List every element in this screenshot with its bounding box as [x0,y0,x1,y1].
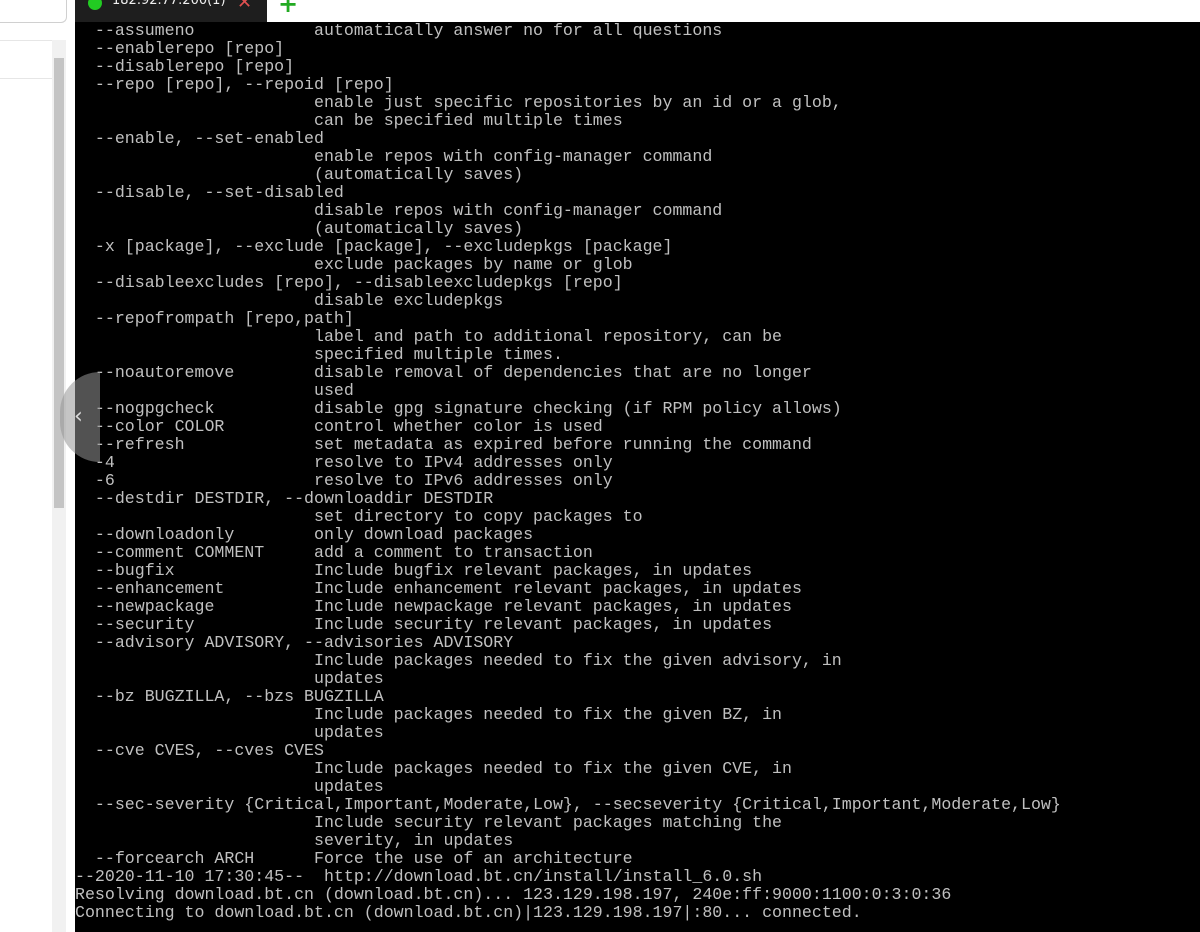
terminal-line: Include packages needed to fix the given… [75,651,842,670]
terminal-line: --enhancement Include enhancement releva… [75,579,802,598]
left-panel-scrollbar-thumb[interactable] [54,58,64,508]
terminal-line: -6 resolve to IPv6 addresses only [75,471,613,490]
terminal-line: --bugfix Include bugfix relevant package… [75,561,753,580]
terminal-line: --cve CVES, --cves CVES [75,741,324,760]
terminal-line: Include packages needed to fix the given… [75,759,792,778]
terminal-line: --enable, --set-enabled [75,129,324,148]
terminal-line: disable excludepkgs [75,291,504,310]
terminal-line: --assumeno automatically answer no for a… [75,22,723,40]
session-tab[interactable]: 182.92.77.200(1) ✕ [75,0,267,22]
terminal-line: --downloadonly only download packages [75,525,534,544]
terminal-line: -4 resolve to IPv4 addresses only [75,453,613,472]
terminal-line: severity, in updates [75,831,514,850]
terminal-line: enable just specific repositories by an … [75,93,842,112]
terminal-line: enable repos with config-manager command [75,147,713,166]
terminal-line: --nogpgcheck disable gpg signature check… [75,399,842,418]
terminal-line: Include packages needed to fix the given… [75,705,783,724]
terminal-line: (automatically saves) [75,219,524,238]
terminal-line: --color COLOR control whether color is u… [75,417,603,436]
terminal-line: --forcearch ARCH Force the use of an arc… [75,849,633,868]
terminal-line: --advisory ADVISORY, --advisories ADVISO… [75,633,514,652]
terminal-line: (automatically saves) [75,165,524,184]
terminal-line: set directory to copy packages to [75,507,643,526]
left-panel-divider-2 [0,78,52,79]
terminal-line: disable repos with config-manager comman… [75,201,723,220]
chevron-left-icon: ‹ [74,404,83,429]
terminal-output[interactable]: --assumeno automatically answer no for a… [75,22,1200,932]
connection-status-icon [88,0,102,10]
left-panel-divider [0,40,52,41]
terminal-line: --sec-severity {Critical,Important,Moder… [75,795,1061,814]
terminal-line: --disablerepo [repo] [75,57,295,76]
terminal-line: --repo [repo], --repoid [repo] [75,75,394,94]
terminal-line: --bz BUGZILLA, --bzs BUGZILLA [75,687,384,706]
terminal-line: --refresh set metadata as expired before… [75,435,812,454]
terminal-line: updates [75,723,384,742]
terminal-line: --repofrompath [repo,path] [75,309,354,328]
terminal-line: --comment COMMENT add a comment to trans… [75,543,593,562]
terminal-line: --disableexcludes [repo], --disableexclu… [75,273,623,292]
terminal-line: exclude packages by name or glob [75,255,633,274]
terminal-line: Include security relevant packages match… [75,813,783,832]
terminal-line: --disable, --set-disabled [75,183,344,202]
terminal-line: -x [package], --exclude [package], --exc… [75,237,673,256]
terminal-line: --newpackage Include newpackage relevant… [75,597,792,616]
terminal-text: --assumeno automatically answer no for a… [75,22,1200,922]
terminal-line: can be specified multiple times [75,111,623,130]
terminal-line: updates [75,777,384,796]
terminal-line: --destdir DESTDIR, --downloaddir DESTDIR [75,489,494,508]
terminal-line: --security Include security relevant pac… [75,615,773,634]
terminal-line: updates [75,669,384,688]
left-panel-header-box[interactable] [0,0,67,23]
close-icon[interactable]: ✕ [237,0,252,13]
session-tab-bar: 182.92.77.200(1) ✕ + [75,0,1200,22]
terminal-line: --2020-11-10 17:30:45-- http://download.… [75,867,763,886]
terminal-line: used [75,381,354,400]
session-tab-title: 182.92.77.200(1) [112,0,226,8]
terminal-line: Connecting to download.bt.cn (download.b… [75,903,862,922]
terminal-line: --enablerepo [repo] [75,39,285,58]
terminal-line: --noautoremove disable removal of depend… [75,363,812,382]
terminal-line: label and path to additional repository,… [75,327,783,346]
left-side-panel [0,0,75,932]
terminal-line: Resolving download.bt.cn (download.bt.cn… [75,885,952,904]
add-tab-icon[interactable]: + [278,0,298,18]
terminal-line: specified multiple times. [75,345,563,364]
